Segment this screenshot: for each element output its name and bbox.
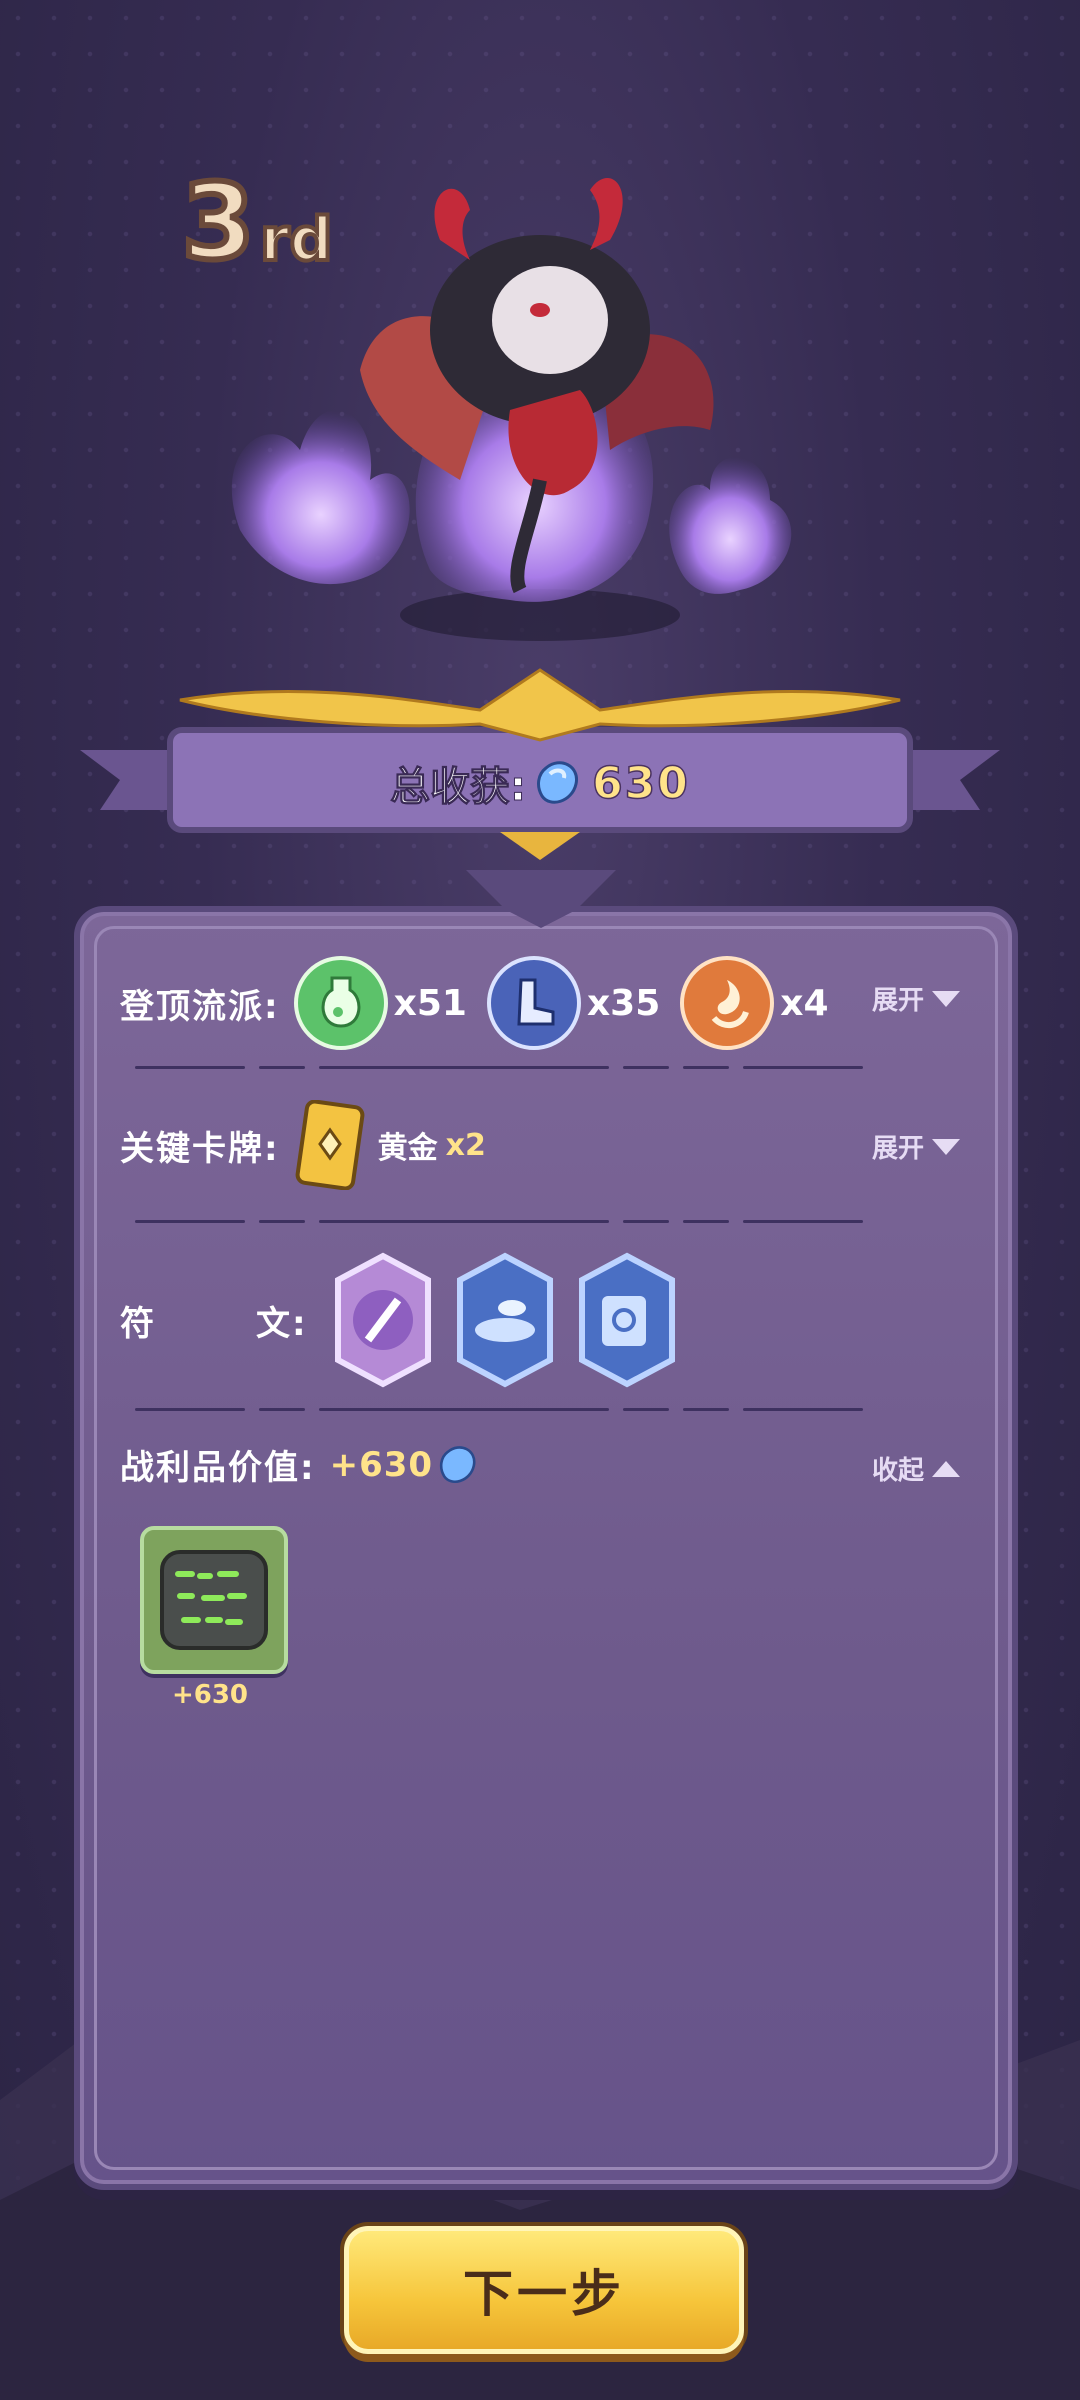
divider [135, 1220, 955, 1224]
style-count-3: x4 [780, 982, 829, 1024]
gold-card-icon[interactable] [294, 1100, 366, 1190]
next-step-label: 下一步 [463, 2265, 625, 2323]
style-count-2: x35 [586, 982, 661, 1024]
character-portrait [231, 178, 792, 641]
potion-icon[interactable] [293, 956, 388, 1050]
divider [135, 1066, 955, 1070]
divider [135, 1408, 955, 1412]
style-row: 登顶流派: x51 x35 x4 [120, 956, 829, 1050]
key-card-expand-toggle[interactable]: 展开 [872, 1128, 960, 1165]
style-label: 登顶流派: [120, 986, 280, 1027]
loot-item[interactable] [140, 1526, 288, 1674]
coin-pile-rune-icon[interactable] [450, 1250, 560, 1390]
fire-swirl-icon[interactable] [680, 956, 775, 1050]
rune-row: 符 文: [120, 1250, 682, 1390]
rune-stone-icon [160, 1550, 268, 1650]
total-label: 总收获: [390, 764, 527, 811]
style-expand-toggle[interactable]: 展开 [872, 980, 960, 1017]
shield-rune-icon[interactable] [572, 1250, 682, 1390]
loot-toggle-label: 收起 [871, 1456, 924, 1486]
loot-collapse-toggle[interactable]: 收起 [872, 1450, 960, 1487]
gem-icon [537, 761, 578, 804]
key-card-count: x2 [445, 1127, 486, 1163]
gem-icon [439, 1445, 476, 1483]
panel-ornament [466, 870, 616, 928]
key-card-label: 关键卡牌: [120, 1128, 280, 1169]
loot-label: 战利品价值: [120, 1448, 316, 1488]
rune-label-b: 文: [256, 1303, 308, 1344]
loot-row: 战利品价值: +630 [120, 1440, 479, 1489]
next-step-button[interactable]: 下一步 [344, 2226, 744, 2354]
boot-icon[interactable] [486, 956, 581, 1050]
key-card-row: 关键卡牌: 黄金 x2 [120, 1100, 486, 1190]
chevron-up-icon [932, 1460, 960, 1477]
total-harvest: 总收获: 630 [170, 740, 910, 826]
style-count-1: x51 [393, 982, 467, 1024]
key-card-name: 黄金 [377, 1131, 438, 1166]
chevron-down-icon [932, 990, 960, 1007]
loot-item-value: +630 [171, 1680, 249, 1710]
chevron-down-icon [932, 1138, 960, 1155]
loot-value: +630 [329, 1444, 434, 1485]
rune-label-a: 符 [120, 1303, 156, 1344]
total-value: 630 [591, 757, 690, 810]
blade-rune-icon[interactable] [328, 1250, 438, 1390]
style-toggle-label: 展开 [871, 986, 924, 1016]
key-card-toggle-label: 展开 [871, 1134, 924, 1164]
